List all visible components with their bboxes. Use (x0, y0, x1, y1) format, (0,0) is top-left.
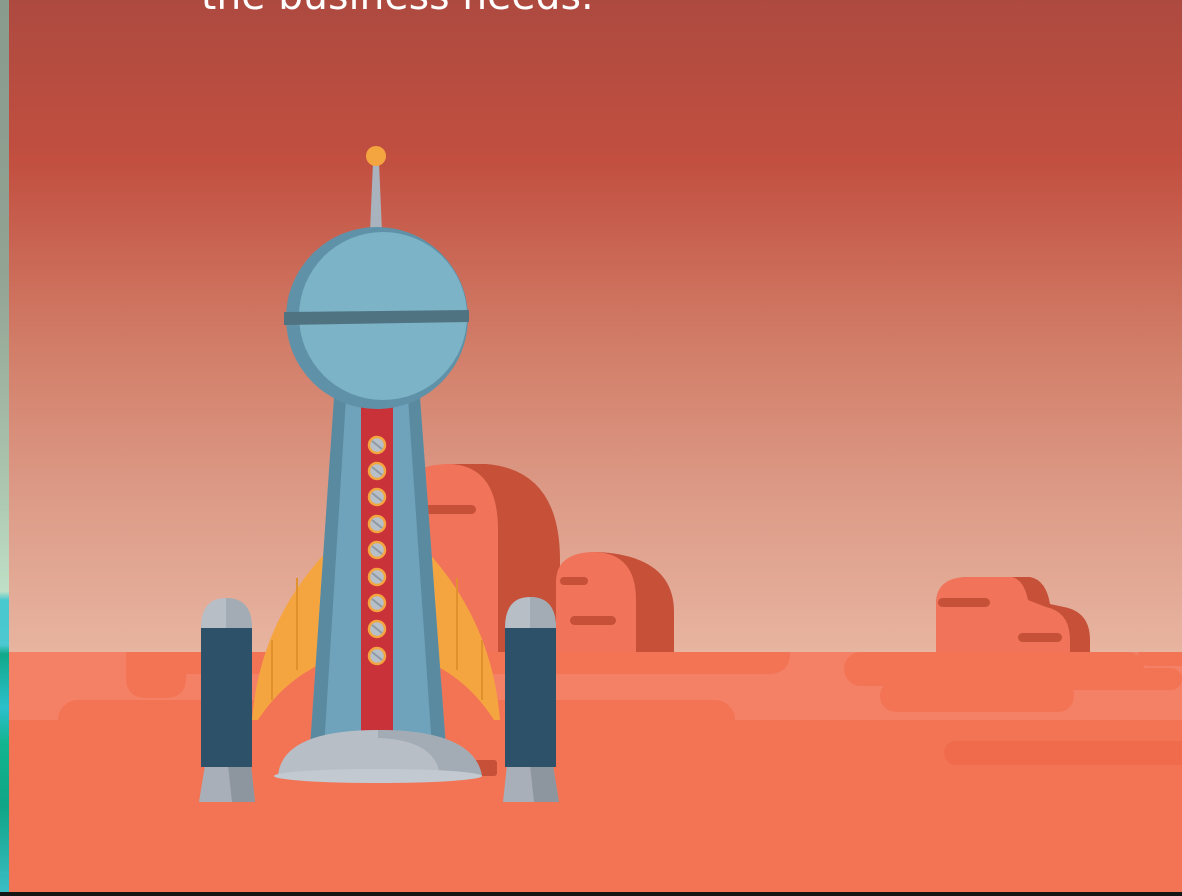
rocket (199, 146, 559, 802)
rock-formation-right (936, 577, 1090, 664)
rocket-fins (252, 548, 500, 730)
mars-rocket-illustration (9, 146, 1182, 896)
rocket-tower (310, 398, 446, 748)
hero-headline: the business needs. (201, 0, 594, 18)
rivet-column (367, 435, 387, 666)
left-booster (199, 598, 255, 802)
bottom-edge (0, 892, 1182, 896)
rocket-dome (284, 227, 469, 409)
rock-formation-center (402, 464, 560, 664)
hero-illustration-panel: the business needs. (0, 0, 1182, 896)
rocket-antenna (366, 146, 386, 232)
rock-formation-small (556, 552, 674, 664)
rocket-base (274, 730, 497, 783)
mars-ground (9, 652, 1182, 896)
adjacent-panel-edge (0, 0, 9, 896)
right-booster (503, 597, 559, 802)
